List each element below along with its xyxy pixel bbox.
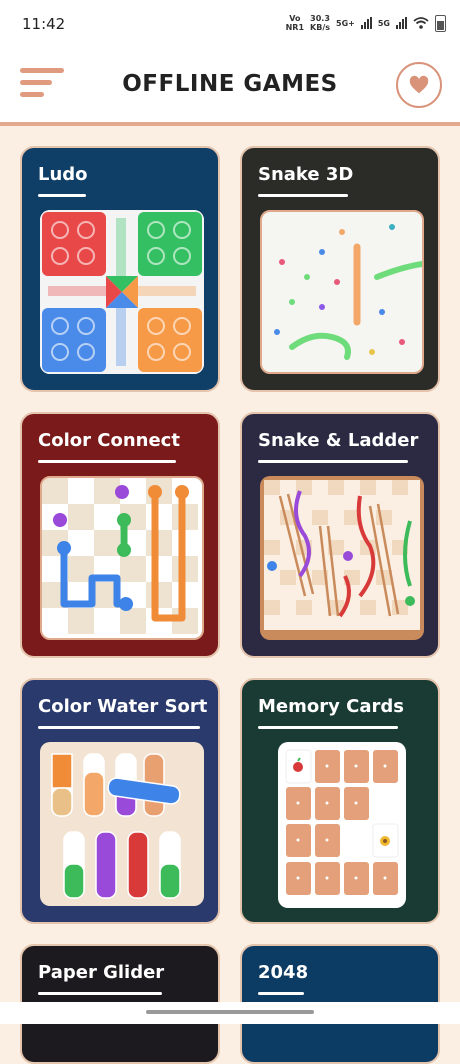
game-card-snake-ladder[interactable]: Snake & Ladder — [240, 412, 440, 658]
carrier-label: Vo NR1 — [285, 14, 305, 32]
heart-icon[interactable] — [396, 62, 442, 108]
game-title: Memory Cards — [258, 696, 404, 717]
game-title: Snake & Ladder — [258, 430, 419, 451]
title-underline — [38, 726, 200, 729]
page-title: OFFLINE GAMES — [122, 71, 338, 97]
snake-ladder-thumbnail — [260, 476, 424, 640]
game-title: Color Water Sort — [38, 696, 208, 717]
status-time: 11:42 — [22, 15, 66, 33]
ludo-thumbnail — [40, 210, 204, 374]
header-divider — [0, 122, 460, 126]
game-title: Ludo — [38, 164, 88, 185]
network-label-1: 5G+ — [336, 18, 355, 28]
game-card-color-connect[interactable]: Color Connect — [20, 412, 220, 658]
game-title: Color Connect — [38, 430, 180, 451]
wifi-icon — [413, 17, 429, 29]
game-title: Snake 3D — [258, 164, 354, 185]
status-bar: 11:42 Vo NR1 30.3 KB/s 5G+ 5G — [0, 0, 460, 48]
memory-cards-thumbnail — [278, 742, 406, 908]
title-underline — [258, 194, 348, 197]
title-underline — [38, 992, 162, 995]
title-underline — [38, 194, 86, 197]
title-underline — [38, 460, 176, 463]
battery-icon — [435, 14, 446, 32]
signal-icon-2 — [396, 17, 407, 29]
game-title: Paper Glider — [38, 962, 165, 983]
game-card-snake-3d[interactable]: Snake 3D — [240, 146, 440, 392]
speed-label: 30.3 KB/s — [310, 14, 331, 32]
title-underline — [258, 460, 408, 463]
app-header: OFFLINE GAMES — [0, 48, 460, 122]
home-indicator[interactable] — [146, 1010, 314, 1014]
network-label-2: 5G — [377, 18, 390, 28]
title-underline — [258, 726, 398, 729]
game-card-color-water-sort[interactable]: Color Water Sort — [20, 678, 220, 924]
snake-3d-thumbnail — [260, 210, 424, 374]
color-connect-thumbnail — [40, 476, 204, 640]
status-icons: Vo NR1 30.3 KB/s 5G+ 5G — [286, 14, 446, 32]
water-sort-thumbnail — [40, 742, 204, 906]
game-card-ludo[interactable]: Ludo — [20, 146, 220, 392]
game-card-memory-cards[interactable]: Memory Cards — [240, 678, 440, 924]
navigation-bar — [0, 1002, 460, 1024]
game-title: 2048 — [258, 962, 309, 983]
title-underline — [258, 992, 304, 995]
signal-icon — [360, 17, 372, 29]
